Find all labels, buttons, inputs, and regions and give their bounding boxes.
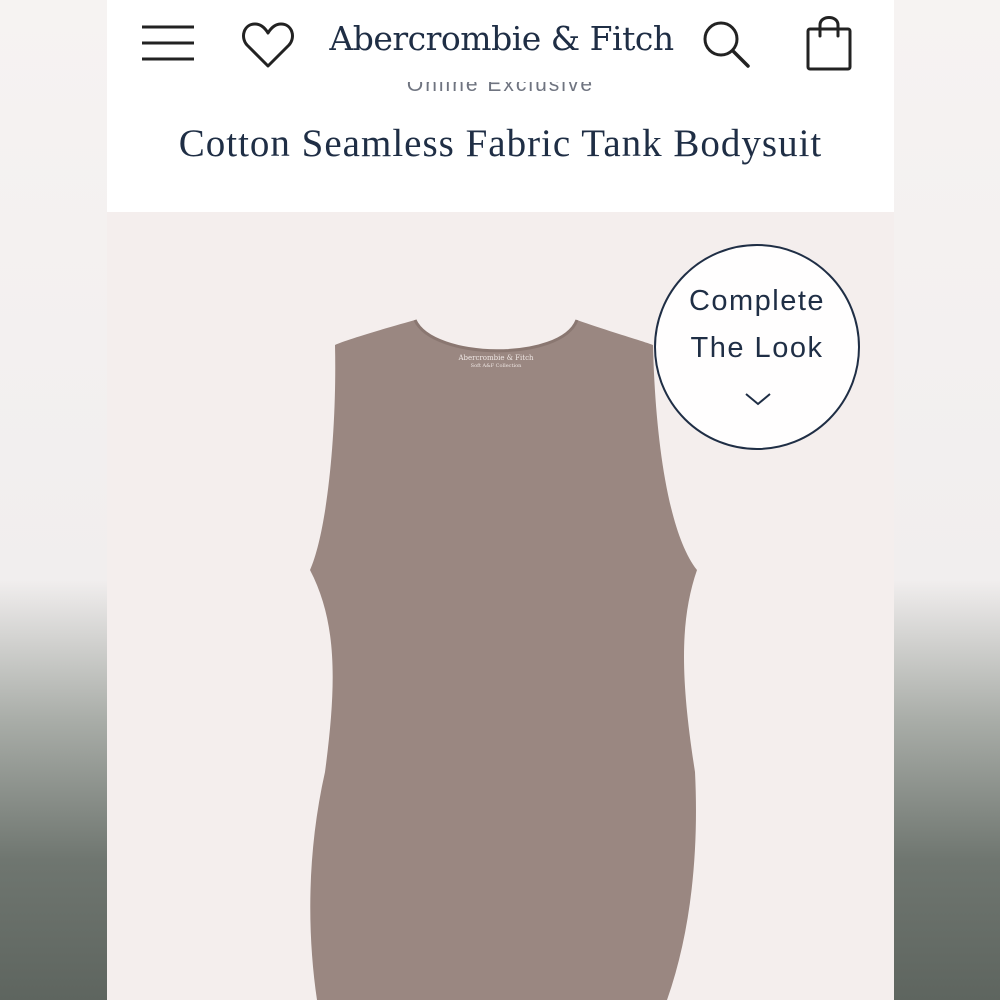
product-page: Abercrombie & Fitch Online Exclusive Cot… <box>107 0 894 1000</box>
garment-body <box>310 320 697 1000</box>
site-header: Abercrombie & Fitch <box>107 0 894 95</box>
brand-logo[interactable]: Abercrombie & Fitch <box>329 14 674 64</box>
shopping-bag-icon[interactable] <box>805 12 853 72</box>
background-left <box>0 0 107 1000</box>
hamburger-menu-icon[interactable] <box>140 22 196 62</box>
product-image[interactable]: Abercrombie & Fitch Soft A&F Collection … <box>107 212 894 1000</box>
garment-label-sub: Soft A&F Collection <box>470 363 522 369</box>
garment-label-brand: Abercrombie & Fitch <box>458 354 534 362</box>
eyebrow-label: Online Exclusive <box>406 82 595 96</box>
complete-the-look-line2: The Look <box>690 332 824 364</box>
search-icon[interactable] <box>700 18 752 70</box>
product-title: Cotton Seamless Fabric Tank Bodysuit <box>178 122 823 165</box>
online-exclusive-badge: Online Exclusive <box>107 82 894 104</box>
chevron-down-icon <box>744 391 772 412</box>
garment-label: Abercrombie & Fitch Soft A&F Collection <box>451 354 541 370</box>
background-right <box>894 0 1000 1000</box>
heart-icon[interactable] <box>241 20 295 70</box>
complete-the-look-button[interactable]: Complete The Look <box>654 244 860 450</box>
complete-the-look-line1: Complete <box>688 285 826 317</box>
